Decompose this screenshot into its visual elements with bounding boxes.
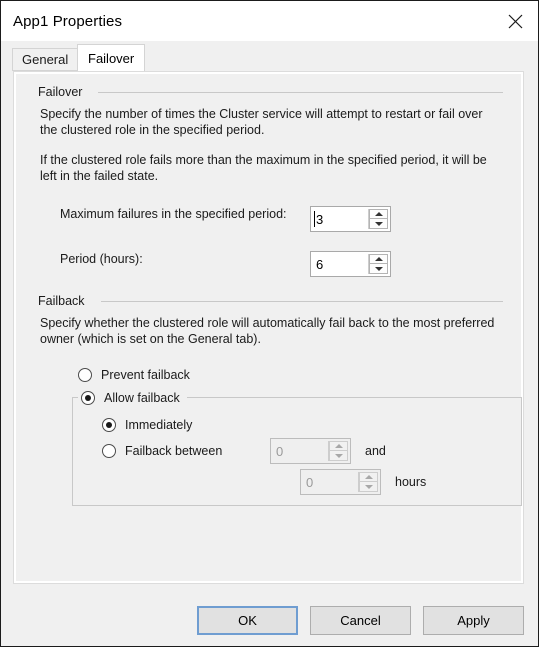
radio-allow-failback-icon xyxy=(81,390,95,405)
period-hours-row: Period (hours): 6 xyxy=(60,251,509,277)
period-hours-value[interactable]: 6 xyxy=(311,252,368,276)
failback-end-hour-spin-down[interactable] xyxy=(359,482,378,492)
radio-prevent-failback[interactable]: Prevent failback xyxy=(78,368,509,382)
period-hours-spinner[interactable]: 6 xyxy=(310,251,391,277)
radio-failback-between-label: Failback between xyxy=(125,444,223,458)
failback-group-header: Failback xyxy=(28,293,509,309)
allow-failback-groupbox: Allow failback Immediately Failback betw… xyxy=(72,390,522,506)
period-hours-spin-buttons xyxy=(368,254,388,274)
arrow-down-icon xyxy=(334,453,343,458)
radio-immediately-row: Immediately xyxy=(102,412,522,438)
arrow-up-icon xyxy=(364,475,373,479)
apply-button-label: Apply xyxy=(457,612,490,628)
radio-immediately[interactable]: Immediately xyxy=(102,418,192,432)
ok-button[interactable]: OK xyxy=(197,605,298,635)
max-failures-spinner[interactable]: 3 xyxy=(310,206,391,232)
cancel-button[interactable]: Cancel xyxy=(310,605,411,635)
radio-prevent-failback-label: Prevent failback xyxy=(101,368,190,382)
arrow-up-icon xyxy=(334,444,343,448)
failover-group-label: Failover xyxy=(38,85,83,99)
failback-paragraph-1: Specify whether the clustered role will … xyxy=(40,316,495,346)
arrow-up-icon xyxy=(374,212,383,216)
max-failures-row: Maximum failures in the specified period… xyxy=(60,206,509,232)
allow-failback-body: Immediately Failback between 0 and 0 hou… xyxy=(72,412,522,495)
max-failures-spin-up[interactable] xyxy=(369,209,388,219)
page-title: App1 Properties xyxy=(13,12,123,30)
radio-failback-between-row: Failback between 0 and xyxy=(102,438,522,464)
failback-end-hour-spinner[interactable]: 0 xyxy=(300,469,381,495)
failback-start-hour-spin-buttons xyxy=(328,441,348,461)
max-failures-spin-down[interactable] xyxy=(369,219,388,229)
failover-group-rule xyxy=(98,91,503,93)
tab-panel-wrap: Failover Specify the number of times the… xyxy=(1,71,538,594)
title-bar: App1 Properties xyxy=(1,1,538,41)
radio-failback-between[interactable]: Failback between xyxy=(102,444,270,458)
failback-end-hour-value[interactable]: 0 xyxy=(301,470,358,494)
radio-allow-failback-label: Allow failback xyxy=(104,390,180,405)
and-label: and xyxy=(365,444,386,458)
radio-immediately-icon xyxy=(102,418,116,432)
tab-strip: General Failover xyxy=(1,44,538,71)
radio-prevent-failback-icon xyxy=(78,368,92,382)
max-failures-label: Maximum failures in the specified period… xyxy=(60,207,287,221)
failback-start-hour-spin-up[interactable] xyxy=(329,441,348,451)
tab-failover-label: Failover xyxy=(88,50,135,66)
radio-allow-failback[interactable]: Allow failback xyxy=(78,390,187,405)
max-failures-value[interactable]: 3 xyxy=(311,207,368,231)
tab-failover[interactable]: Failover xyxy=(77,44,146,71)
apply-button[interactable]: Apply xyxy=(423,605,524,635)
failover-paragraph-1: Specify the number of times the Cluster … xyxy=(40,107,483,137)
period-hours-spin-up[interactable] xyxy=(369,254,388,264)
arrow-down-icon xyxy=(364,484,373,489)
dialog-button-bar: OK Cancel Apply xyxy=(1,594,538,646)
arrow-up-icon xyxy=(374,257,383,261)
max-failures-spin-buttons xyxy=(368,209,388,229)
properties-dialog: App1 Properties General Failover Failove… xyxy=(0,0,539,647)
failback-start-hour-value[interactable]: 0 xyxy=(271,439,328,463)
failback-end-hour-row: 0 hours xyxy=(102,469,522,495)
radio-immediately-label: Immediately xyxy=(125,418,193,432)
failback-group-rule xyxy=(100,300,503,302)
period-hours-label: Period (hours): xyxy=(60,252,143,266)
tab-general-label: General xyxy=(22,52,69,67)
period-hours-spin-down[interactable] xyxy=(369,264,388,274)
failover-tab-panel: Failover Specify the number of times the… xyxy=(13,71,524,584)
failback-end-hour-spin-buttons xyxy=(358,472,378,492)
ok-button-label: OK xyxy=(238,612,257,628)
arrow-down-icon xyxy=(374,266,383,271)
failback-end-hour-spin-up[interactable] xyxy=(359,472,378,482)
arrow-down-icon xyxy=(374,221,383,226)
failback-group-label: Failback xyxy=(38,294,85,308)
close-icon xyxy=(508,14,523,29)
failover-paragraph-2: If the clustered role fails more than th… xyxy=(40,153,487,183)
cancel-button-label: Cancel xyxy=(340,612,381,628)
tab-general[interactable]: General xyxy=(12,48,79,71)
close-button[interactable] xyxy=(492,1,538,41)
failback-start-hour-spinner[interactable]: 0 xyxy=(270,438,351,464)
radio-failback-between-icon xyxy=(102,444,116,458)
hours-label: hours xyxy=(395,475,427,489)
failback-start-hour-spin-down[interactable] xyxy=(329,451,348,461)
failover-group-header: Failover xyxy=(28,84,509,100)
